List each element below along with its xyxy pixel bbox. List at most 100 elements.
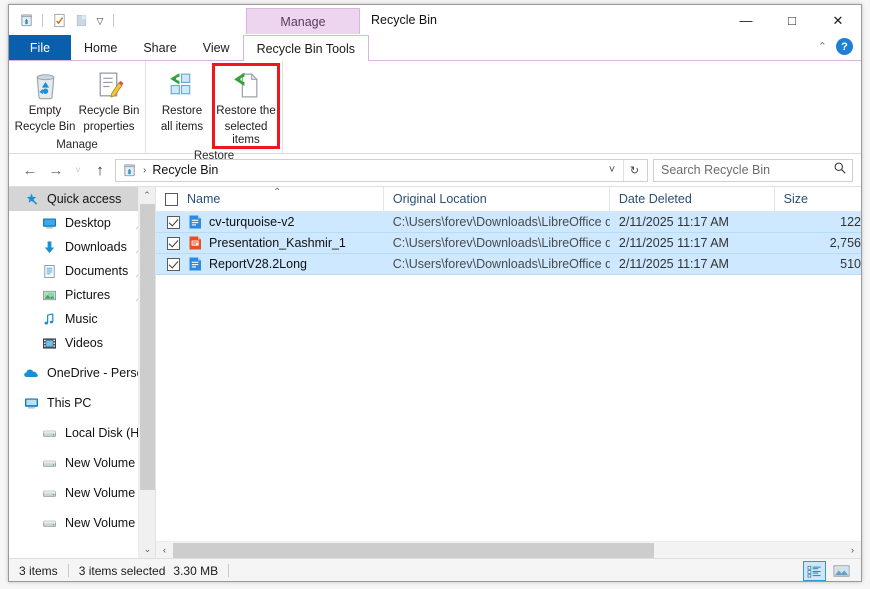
scrollbar-thumb[interactable]: [173, 542, 654, 558]
navigation-pane-scrollbar[interactable]: ⌃ ⌄: [138, 187, 155, 558]
restore-all-items-button[interactable]: Restore all items: [150, 65, 214, 134]
back-button[interactable]: ←: [17, 157, 43, 183]
this-pc-icon: [21, 394, 41, 412]
sidebar-item-label: Music: [65, 312, 98, 326]
sidebar-item-pictures[interactable]: Pictures 📌: [9, 283, 155, 307]
selected-count-label: 3 items selected: [78, 563, 166, 578]
tab-view[interactable]: View: [190, 35, 243, 60]
empty-recycle-bin-button[interactable]: Empty Recycle Bin: [13, 65, 77, 134]
customize-qat-caret[interactable]: ▽: [94, 12, 106, 30]
chevron-down-icon[interactable]: ˅: [601, 160, 623, 181]
screen: ▽ Manage Recycle Bin — □ ✕ File Home Sha…: [0, 0, 870, 589]
maximize-button[interactable]: □: [769, 5, 815, 36]
column-header-original-location[interactable]: Original Location: [384, 187, 610, 212]
tab-recycle-bin-tools[interactable]: Recycle Bin Tools: [242, 35, 370, 61]
date-deleted-cell: 2/11/2025 11:17 AM: [618, 215, 729, 229]
forward-button[interactable]: →: [43, 157, 69, 183]
search-input[interactable]: [659, 162, 833, 178]
window-controls: — □ ✕: [723, 5, 861, 36]
properties-icon[interactable]: [50, 12, 68, 30]
file-name-label: Presentation_Kashmir_1: [209, 236, 346, 250]
column-header-date-deleted[interactable]: Date Deleted: [610, 187, 775, 212]
file-name-cell[interactable]: cv-turquoise-v2: [156, 214, 384, 230]
sidebar-item-new-volume-g[interactable]: New Volume (G:): [9, 511, 155, 535]
restore-selected-icon: [230, 68, 263, 102]
tab-file[interactable]: File: [9, 35, 71, 60]
search-box[interactable]: [653, 158, 853, 182]
tab-home[interactable]: Home: [71, 35, 130, 60]
column-header-size[interactable]: Size: [775, 187, 861, 212]
ribbon-group-restore-label: Restore: [193, 150, 235, 162]
refresh-icon[interactable]: ↻: [623, 159, 645, 181]
explorer-body: Quick access Desktop 📌: [9, 186, 861, 558]
sidebar-item-local-disk-h[interactable]: Local Disk (H:): [9, 421, 155, 445]
recycle-bin-icon[interactable]: [17, 12, 35, 30]
sidebar-item-new-volume-f[interactable]: New Volume (F:): [9, 481, 155, 505]
sidebar-item-music[interactable]: Music: [9, 307, 155, 331]
breadcrumb-separator: ›: [143, 164, 147, 176]
writer-document-icon: [187, 256, 203, 272]
recent-locations-button[interactable]: ˅: [69, 157, 87, 183]
ribbon-group-restore: Restore all items Restore the selected i…: [146, 61, 283, 162]
drive-icon: [39, 454, 59, 472]
search-icon[interactable]: [833, 161, 847, 180]
navigation-pane: Quick access Desktop 📌: [9, 187, 155, 558]
help-icon[interactable]: ?: [836, 38, 853, 55]
details-view-button[interactable]: [803, 561, 826, 581]
restore-all-items-label-2: all items: [160, 121, 204, 133]
minimize-button[interactable]: —: [723, 5, 769, 36]
close-button[interactable]: ✕: [815, 5, 861, 36]
table-row[interactable]: Presentation_Kashmir_1 C:\Users\forev\Do…: [156, 233, 861, 254]
writer-document-icon: [187, 214, 203, 230]
table-row[interactable]: cv-turquoise-v2 C:\Users\forev\Downloads…: [156, 212, 861, 233]
row-checkbox[interactable]: [167, 236, 180, 250]
tab-share[interactable]: Share: [130, 35, 189, 60]
breadcrumb-recycle-bin[interactable]: Recycle Bin: [152, 163, 218, 177]
restore-selected-items-label-1: Restore the: [216, 105, 276, 117]
row-checkbox[interactable]: [167, 257, 180, 271]
scroll-down-icon[interactable]: ⌄: [139, 541, 155, 558]
window-title: Recycle Bin: [371, 13, 437, 27]
sidebar-item-documents[interactable]: Documents 📌: [9, 259, 155, 283]
size-cell: 2,756: [829, 236, 861, 250]
collapse-ribbon-icon[interactable]: ⌃: [818, 40, 827, 53]
sidebar-item-label: Quick access: [47, 192, 122, 206]
sidebar-item-videos[interactable]: Videos: [9, 331, 155, 355]
ribbon: Empty Recycle Bin Recycle Bin properties…: [9, 61, 861, 162]
selected-size-label: 3.30 MB: [173, 563, 219, 578]
recycle-bin-properties-button[interactable]: Recycle Bin properties: [77, 65, 141, 134]
scroll-right-icon[interactable]: ›: [844, 542, 861, 559]
file-name-label: cv-turquoise-v2: [209, 215, 295, 229]
paste-icon[interactable]: [72, 12, 90, 30]
sidebar-item-quick-access[interactable]: Quick access: [9, 187, 155, 211]
status-bar: 3 items 3 items selected 3.30 MB: [9, 558, 861, 581]
sidebar-item-downloads[interactable]: Downloads 📌: [9, 235, 155, 259]
up-button[interactable]: ↑: [87, 157, 113, 183]
scroll-up-icon[interactable]: ⌃: [139, 187, 155, 204]
restore-all-icon: [166, 68, 199, 102]
sidebar-item-desktop[interactable]: Desktop 📌: [9, 211, 155, 235]
file-name-cell[interactable]: ReportV28.2Long: [156, 256, 384, 272]
column-header-name[interactable]: Name: [156, 187, 384, 212]
large-icons-view-button[interactable]: [830, 561, 853, 581]
sidebar-item-onedrive[interactable]: OneDrive - Person: [9, 361, 155, 385]
restore-selected-items-button[interactable]: Restore the selected items: [212, 63, 280, 149]
scroll-left-icon[interactable]: ‹: [156, 542, 173, 559]
sidebar-item-new-volume-e[interactable]: New Volume (E:): [9, 451, 155, 475]
videos-icon: [39, 334, 59, 352]
sidebar-item-this-pc[interactable]: This PC: [9, 391, 155, 415]
file-name-label: ReportV28.2Long: [209, 257, 307, 271]
ribbon-group-manage-items: Empty Recycle Bin Recycle Bin properties: [13, 61, 141, 136]
recycle-bin-properties-label-1: Recycle Bin: [78, 105, 140, 117]
scrollbar-track[interactable]: [173, 542, 844, 559]
select-all-checkbox[interactable]: [165, 192, 178, 206]
sidebar-item-label: Desktop: [65, 216, 111, 230]
file-list-horizontal-scrollbar[interactable]: ‹ ›: [156, 541, 861, 558]
trash-icon: [29, 68, 62, 102]
recycle-bin-properties-label-2: properties: [83, 121, 135, 133]
row-checkbox[interactable]: [167, 215, 180, 229]
file-name-cell[interactable]: Presentation_Kashmir_1: [156, 235, 384, 251]
scrollbar-thumb[interactable]: [140, 204, 155, 490]
star-pin-icon: [21, 190, 41, 208]
table-row[interactable]: ReportV28.2Long C:\Users\forev\Downloads…: [156, 254, 861, 275]
